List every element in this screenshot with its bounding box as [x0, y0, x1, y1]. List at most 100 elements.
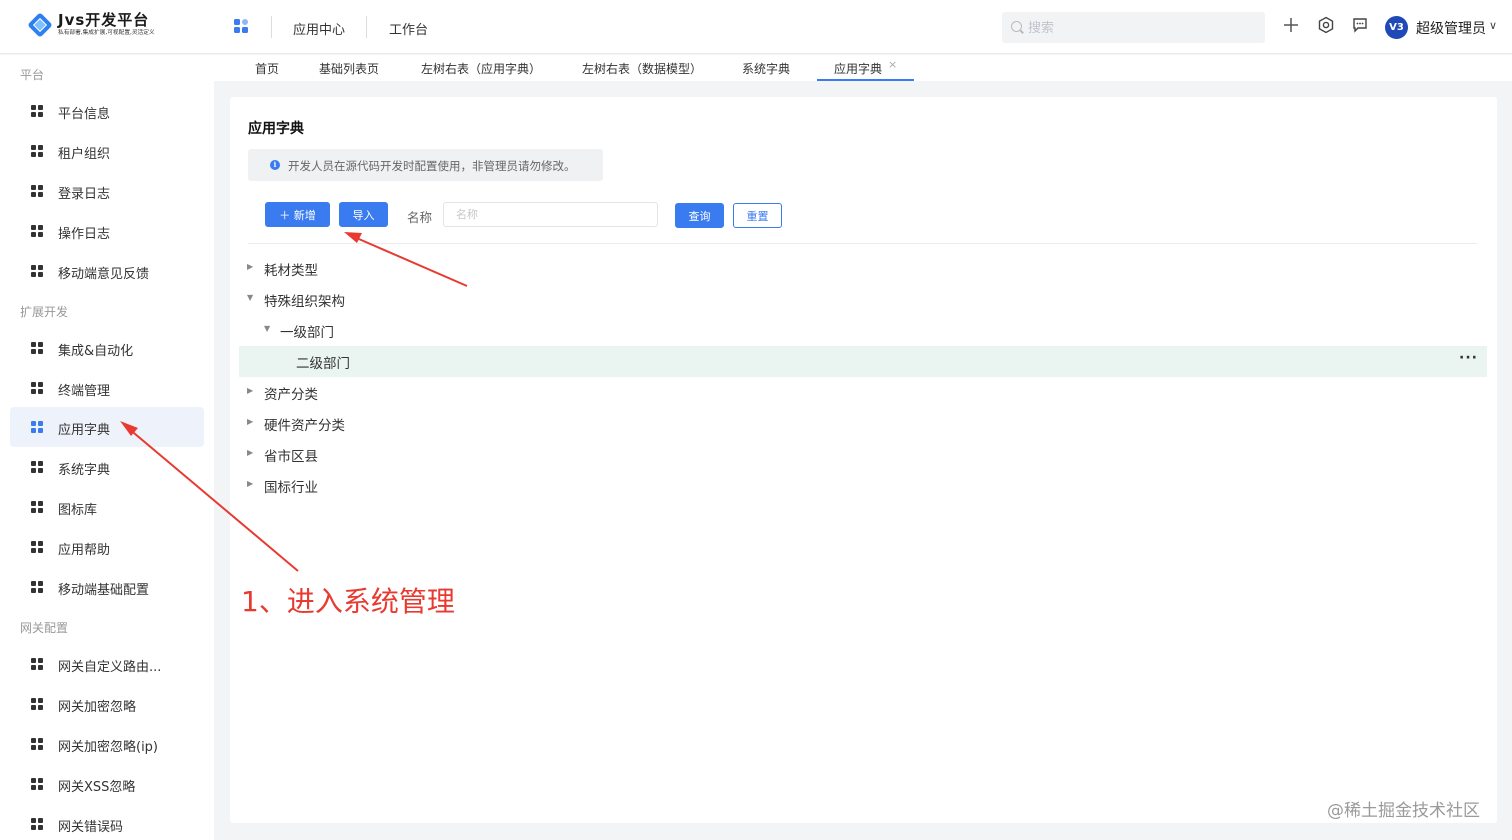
caret-down-icon[interactable]: ▼ [247, 293, 253, 302]
sidebar-item-app-help[interactable]: 应用帮助 [10, 527, 204, 567]
grid-icon [31, 581, 44, 594]
grid-icon [31, 818, 44, 831]
grid-icon [31, 265, 44, 278]
tree-node[interactable]: ▶ 耗材类型 [239, 253, 1487, 284]
sidebar-item-label: 终端管理 [58, 384, 111, 399]
nav-workbench[interactable]: 工作台 [389, 19, 428, 38]
sidebar-item-label: 网关错误码 [58, 820, 124, 835]
tree-node-label: 省市区县 [264, 449, 318, 465]
more-icon[interactable]: ··· [1459, 350, 1478, 366]
sidebar-item-mobile-feedback[interactable]: 移动端意见反馈 [10, 251, 204, 291]
notice-text: 开发人员在源代码开发时配置使用，非管理员请勿修改。 [288, 159, 576, 173]
tab-basic-list[interactable]: 基础列表页 [319, 60, 379, 77]
avatar[interactable]: V3 [1385, 16, 1408, 39]
sidebar-item-label: 图标库 [58, 503, 98, 518]
main-panel: 应用字典 i 开发人员在源代码开发时配置使用，非管理员请勿修改。 ＋ 新增 导入… [230, 97, 1497, 823]
grid-icon [31, 698, 44, 711]
search-icon [1011, 21, 1022, 32]
caret-right-icon[interactable]: ▶ [247, 448, 253, 457]
message-icon[interactable] [1350, 16, 1370, 36]
tree-node[interactable]: ▶ 国标行业 [239, 470, 1487, 501]
add-button[interactable]: ＋ 新增 [265, 202, 330, 227]
tree-node[interactable]: ▶ 硬件资产分类 [239, 408, 1487, 439]
user-name[interactable]: 超级管理员 [1416, 18, 1486, 38]
sidebar-item-integration[interactable]: 集成&自动化 [10, 328, 204, 368]
sidebar-item-label: 平台信息 [58, 107, 111, 122]
page-title: 应用字典 [248, 121, 304, 137]
grid-icon [31, 382, 44, 395]
grid-icon [31, 421, 44, 434]
search-box[interactable] [1002, 12, 1265, 43]
sidebar-item-gateway-route[interactable]: 网关自定义路由... [10, 644, 204, 684]
sidebar-item-label: 操作日志 [58, 227, 111, 242]
sidebar-item-label: 移动端意见反馈 [58, 267, 150, 282]
chevron-down-icon[interactable]: ∨ [1489, 19, 1497, 32]
sidebar: 平台 平台信息 租户组织 登录日志 操作日志 移动端意见反馈 扩展开发 集成&自… [0, 55, 214, 840]
caret-right-icon[interactable]: ▶ [247, 262, 253, 271]
annotation-text: 1、进入系统管理 [241, 585, 455, 618]
sidebar-item-app-dictionary[interactable]: 应用字典 [10, 407, 204, 447]
sidebar-item-gateway-encrypt-ignore-ip[interactable]: 网关加密忽略(ip) [10, 724, 204, 764]
top-header: Jvs开发平台 私有部署,集成扩展,可视配置,灵活定义 应用中心 工作台 V3 … [0, 0, 1512, 54]
tab-home[interactable]: 首页 [255, 60, 279, 77]
sidebar-item-label: 系统字典 [58, 463, 111, 478]
logo-subtitle: 私有部署,集成扩展,可视配置,灵活定义 [58, 29, 155, 36]
sidebar-item-tenant-org[interactable]: 租户组织 [10, 131, 204, 171]
grid-icon [31, 225, 44, 238]
sidebar-item-terminal[interactable]: 终端管理 [10, 368, 204, 408]
import-button[interactable]: 导入 [339, 202, 388, 227]
tree-node-label: 资产分类 [264, 387, 318, 403]
info-icon: i [270, 160, 280, 170]
sidebar-item-label: 移动端基础配置 [58, 583, 150, 598]
grid-icon [31, 541, 44, 554]
sidebar-item-label: 应用字典 [58, 423, 111, 438]
sidebar-item-gateway-encrypt-ignore[interactable]: 网关加密忽略 [10, 684, 204, 724]
sidebar-item-login-log[interactable]: 登录日志 [10, 171, 204, 211]
reset-button[interactable]: 重置 [733, 203, 782, 228]
grid-icon [31, 105, 44, 118]
notice-banner: i 开发人员在源代码开发时配置使用，非管理员请勿修改。 [248, 149, 603, 181]
tab-system-dictionary[interactable]: 系统字典 [742, 60, 790, 77]
logo[interactable]: Jvs开发平台 私有部署,集成扩展,可视配置,灵活定义 [27, 11, 160, 38]
plus-icon[interactable] [1281, 16, 1301, 36]
sidebar-item-gateway-error-code[interactable]: 网关错误码 [10, 804, 204, 840]
tree-node-label: 耗材类型 [264, 263, 318, 279]
tree-node-label: 国标行业 [264, 480, 318, 496]
grid-icon [31, 185, 44, 198]
app-switcher-icon[interactable] [234, 19, 250, 35]
tree-node-selected[interactable]: 二级部门 ··· [239, 346, 1487, 377]
grid-icon [31, 501, 44, 514]
gear-icon[interactable] [1316, 16, 1336, 36]
sidebar-group-platform: 平台 [20, 68, 45, 82]
grid-icon [31, 461, 44, 474]
caret-down-icon[interactable]: ▼ [264, 324, 270, 333]
sidebar-item-gateway-xss-ignore[interactable]: 网关XSS忽略 [10, 764, 204, 804]
tree-node[interactable]: ▶ 省市区县 [239, 439, 1487, 470]
grid-icon [31, 342, 44, 355]
sidebar-item-mobile-config[interactable]: 移动端基础配置 [10, 567, 204, 607]
query-button[interactable]: 查询 [675, 203, 724, 228]
sidebar-item-platform-info[interactable]: 平台信息 [10, 91, 204, 131]
tree-node[interactable]: ▶ 资产分类 [239, 377, 1487, 408]
search-input[interactable] [1028, 18, 1248, 38]
caret-right-icon[interactable]: ▶ [247, 417, 253, 426]
caret-right-icon[interactable]: ▶ [247, 479, 253, 488]
divider [248, 243, 1477, 244]
sidebar-item-icon-library[interactable]: 图标库 [10, 487, 204, 527]
grid-icon [31, 145, 44, 158]
grid-icon [31, 738, 44, 751]
close-icon[interactable]: × [888, 58, 897, 71]
sidebar-group-gateway: 网关配置 [20, 621, 69, 635]
tab-app-dictionary[interactable]: 应用字典 [834, 60, 882, 77]
sidebar-item-system-dictionary[interactable]: 系统字典 [10, 447, 204, 487]
grid-icon [31, 658, 44, 671]
tab-tree-table-app-dict[interactable]: 左树右表（应用字典） [421, 60, 541, 77]
nav-app-center[interactable]: 应用中心 [293, 19, 345, 38]
tree-node[interactable]: ▼ 一级部门 [239, 315, 1487, 346]
tab-tree-table-data-model[interactable]: 左树右表（数据模型） [582, 60, 702, 77]
tree-node[interactable]: ▼ 特殊组织架构 [239, 284, 1487, 315]
name-label: 名称 [407, 210, 433, 225]
sidebar-item-operation-log[interactable]: 操作日志 [10, 211, 204, 251]
caret-right-icon[interactable]: ▶ [247, 386, 253, 395]
name-input[interactable] [443, 202, 658, 227]
